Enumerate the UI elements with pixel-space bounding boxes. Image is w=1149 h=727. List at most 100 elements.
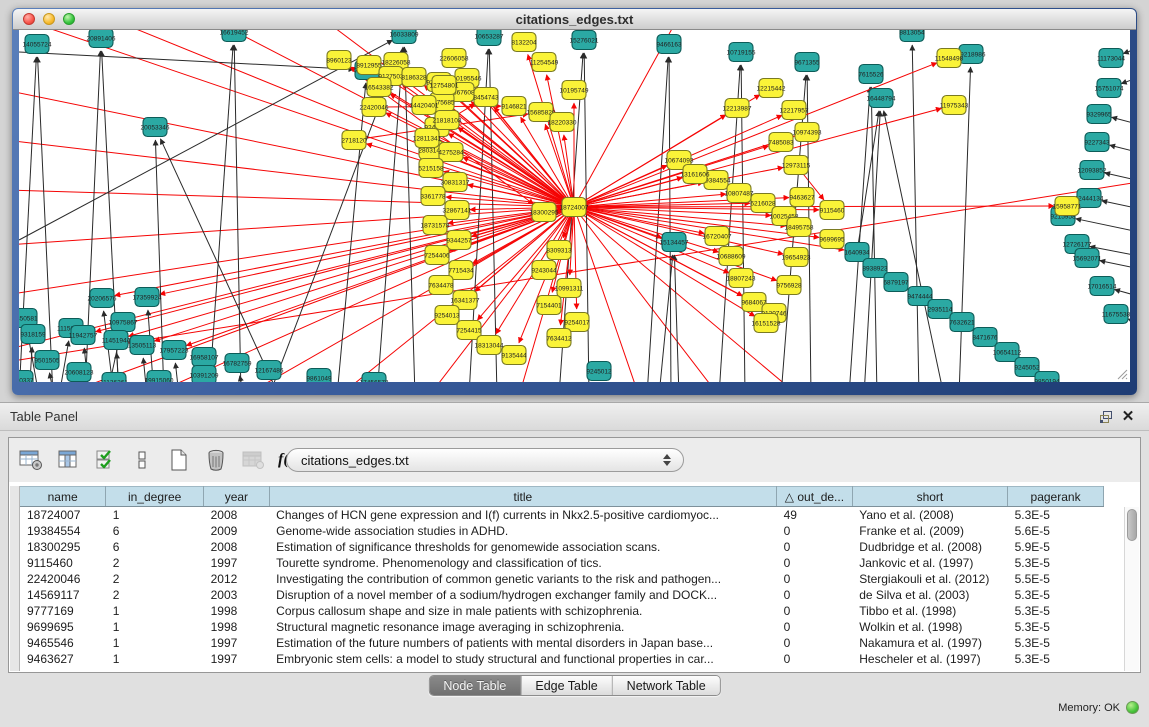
graph-node[interactable]: 14420401 <box>410 96 439 115</box>
minimize-button[interactable] <box>43 13 55 25</box>
graph-edge[interactable] <box>175 363 179 382</box>
graph-edge[interactable] <box>1102 201 1130 210</box>
graph-node[interactable]: 9135444 <box>501 346 527 365</box>
graph-node[interactable]: 22606058 <box>440 49 469 68</box>
graph-node[interactable]: 18313044 <box>475 336 504 355</box>
row-options-icon[interactable] <box>127 446 157 474</box>
graph-node[interactable]: 12754801 <box>430 76 459 95</box>
graph-node[interactable]: 9115460 <box>820 201 845 220</box>
graph-node[interactable]: 16958107 <box>190 348 219 367</box>
graph-node[interactable]: 12973115 <box>782 156 811 175</box>
graph-edge[interactable] <box>584 53 589 382</box>
col-header-short[interactable]: short <box>852 487 1007 507</box>
graph-node[interactable]: 10974393 <box>793 123 822 142</box>
graph-edge[interactable] <box>912 45 919 382</box>
graph-node[interactable]: 7632621 <box>949 313 975 332</box>
table-row[interactable]: 1938455462009Genome-wide association stu… <box>20 523 1104 539</box>
graph-node[interactable]: 18220330 <box>548 113 577 132</box>
graph-node[interactable]: 9861049 <box>306 369 332 383</box>
graph-node[interactable]: 8309313 <box>546 241 572 260</box>
col-header-year[interactable]: year <box>204 487 270 507</box>
graph-node[interactable]: 8813054 <box>899 30 925 42</box>
graph-node[interactable]: 15692071 <box>1073 249 1102 268</box>
graph-edge[interactable] <box>1123 50 1130 54</box>
graph-edge[interactable] <box>209 45 233 382</box>
show-columns-icon[interactable] <box>53 446 83 474</box>
graph-node[interactable]: 2718120 <box>341 131 367 150</box>
graph-node[interactable]: 11942757 <box>69 326 98 345</box>
graph-edge[interactable] <box>1110 145 1130 154</box>
graph-node[interactable]: 9318159 <box>20 325 46 344</box>
graph-node[interactable]: 10975867 <box>109 313 138 332</box>
graph-node[interactable]: 13505113 <box>128 336 157 355</box>
graph-node[interactable]: 11548498 <box>935 49 964 68</box>
graph-node[interactable]: 8912955 <box>356 56 382 75</box>
graph-edge[interactable] <box>857 111 879 252</box>
graph-node[interactable]: 10719155 <box>727 43 756 62</box>
graph-edge[interactable] <box>1121 78 1130 84</box>
table-vertical-scrollbar[interactable] <box>1124 507 1139 671</box>
graph-node[interactable]: 16782759 <box>223 354 252 373</box>
graph-edge[interactable] <box>269 74 391 382</box>
graph-node[interactable]: 10688609 <box>717 247 746 266</box>
graph-edge[interactable] <box>19 207 574 245</box>
graph-node[interactable]: 18724007 <box>560 198 589 217</box>
graph-edge[interactable] <box>1115 289 1130 298</box>
graph-node[interactable]: 10991311 <box>555 279 584 298</box>
graph-node[interactable]: 9466163 <box>656 35 682 54</box>
graph-edge[interactable] <box>1076 219 1130 232</box>
graph-node[interactable]: 7615526 <box>858 65 884 84</box>
col-header-out-degree[interactable]: △ out_de... <box>777 487 853 507</box>
graph-node[interactable]: 8471676 <box>972 328 998 347</box>
graph-node[interactable]: 16720407 <box>703 227 732 246</box>
table-row[interactable]: 911546021997Tourette syndrome. Phenomeno… <box>20 555 1104 571</box>
scrollbar-thumb[interactable] <box>1127 509 1137 541</box>
graph-node[interactable]: 11254549 <box>530 53 559 72</box>
col-header-pagerank[interactable]: pagerank <box>1008 487 1104 507</box>
graph-node[interactable]: 9243044 <box>531 261 557 280</box>
graph-node[interactable]: 20891406 <box>87 30 116 48</box>
graph-node[interactable]: 16448794 <box>867 89 896 108</box>
memory-status-indicator[interactable] <box>1126 701 1139 714</box>
graph-node[interactable]: 16033809 <box>390 30 419 44</box>
graph-node[interactable]: 17456578 <box>360 373 389 383</box>
graph-node[interactable]: 16543382 <box>365 78 394 97</box>
graph-node[interactable]: 10391209 <box>190 366 219 383</box>
graph-node[interactable]: 8454743 <box>473 88 499 107</box>
graph-edge[interactable] <box>574 115 726 207</box>
table-row[interactable]: 1456911722003Disruption of a novel membe… <box>20 587 1104 603</box>
graph-node[interactable]: 12213987 <box>723 99 752 118</box>
graph-node[interactable]: 9254013 <box>434 306 460 325</box>
graph-node[interactable]: 16151528 <box>752 314 781 333</box>
graph-node[interactable]: 11136261 <box>100 373 128 383</box>
graph-node[interactable]: 10653287 <box>475 30 504 46</box>
graph-node[interactable]: 9329965 <box>1086 105 1112 124</box>
graph-node[interactable]: 3361778 <box>420 187 446 206</box>
graph-node[interactable]: 19654923 <box>782 248 811 267</box>
graph-node[interactable]: 6879197 <box>883 273 909 292</box>
delete-column-icon[interactable] <box>201 446 231 474</box>
graph-node[interactable]: 9699695 <box>819 230 845 249</box>
zoom-button[interactable] <box>63 13 75 25</box>
graph-node[interactable]: 11451944 <box>102 331 131 350</box>
graph-node[interactable]: 9756928 <box>776 276 802 295</box>
graph-node[interactable]: 15751074 <box>1095 79 1124 98</box>
graph-edge[interactable] <box>1100 261 1130 270</box>
tab-node-table[interactable]: Node Table <box>429 676 521 695</box>
graph-node[interactable]: 21818108 <box>433 111 462 130</box>
graph-node[interactable]: 15958771 <box>1053 197 1082 216</box>
graph-node[interactable]: 9850194 <box>1034 372 1060 383</box>
graph-node[interactable]: 12215442 <box>757 79 786 98</box>
graph-node[interactable]: 18300295 <box>530 203 559 222</box>
graph-edge[interactable] <box>240 376 244 382</box>
graph-node[interactable]: 9344257 <box>446 231 472 250</box>
graph-node[interactable]: 7154401 <box>536 296 562 315</box>
graph-node[interactable]: 9146821 <box>501 97 527 116</box>
col-header-title[interactable]: title <box>269 487 776 507</box>
graph-edge[interactable] <box>574 63 937 207</box>
graph-node[interactable]: 14055724 <box>23 35 52 54</box>
graph-edge[interactable] <box>19 52 354 69</box>
graph-node[interactable]: 18731578 <box>421 216 450 235</box>
graph-node[interactable]: 2935114 <box>928 300 953 319</box>
table-row[interactable]: 969969511998Structural magnetic resonanc… <box>20 619 1104 635</box>
